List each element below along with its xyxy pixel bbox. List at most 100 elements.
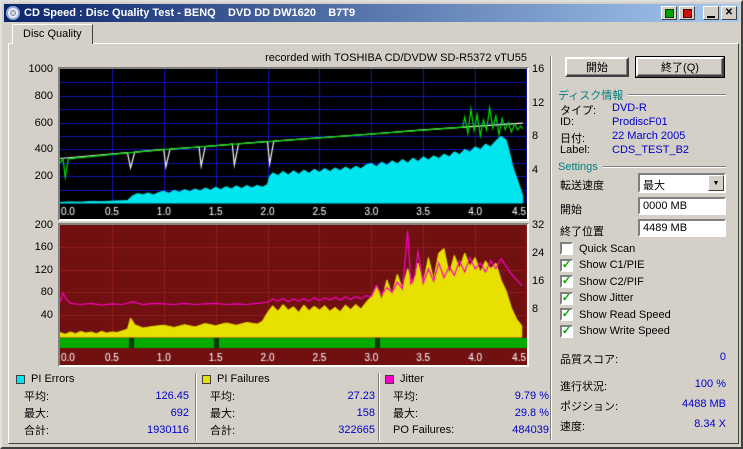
- settings-header: Settings: [558, 160, 726, 173]
- checkbox-row-show-c1-pie[interactable]: ✓ Show C1/PIE: [560, 258, 728, 272]
- axis-tick-label: 1000: [28, 63, 53, 75]
- bottom-chart-left-axis: 200 160 120 80 40: [17, 219, 57, 337]
- start-position-label: 開始: [560, 204, 582, 216]
- titlebar[interactable]: CD Speed : Disc Quality Test - BENQ DVD …: [4, 4, 739, 22]
- checkbox-show-read-speed[interactable]: ✓: [560, 308, 573, 321]
- top-chart-frame: [58, 67, 529, 221]
- quality-score-value: 0: [719, 351, 726, 363]
- tab-disc-quality[interactable]: Disc Quality: [12, 24, 93, 44]
- stat-label: PO Failures:: [393, 423, 455, 436]
- axis-tick-label: 8: [532, 303, 539, 315]
- stat-value: 27.23: [347, 389, 375, 402]
- speed-select[interactable]: 最大 ▼: [638, 173, 726, 193]
- stat-label: 最大:: [393, 407, 419, 420]
- pie-speed-chart: [60, 69, 527, 219]
- window-title: CD Speed : Disc Quality Test - BENQ DVD …: [24, 7, 356, 19]
- dropdown-button[interactable]: ▼: [708, 175, 724, 191]
- stat-label: 平均:: [24, 390, 50, 403]
- checkbox-row-show-read-speed[interactable]: ✓ Show Read Speed: [560, 308, 728, 321]
- stat-value: 1930116: [146, 423, 189, 436]
- checkbox-row-show-c2-pif[interactable]: ✓ Show C2/PIF: [560, 275, 728, 288]
- checkbox-row-show-jitter[interactable]: ✓ Show Jitter: [560, 291, 728, 305]
- checkbox-label: Quick Scan: [579, 242, 636, 255]
- speed-value: 8.34 X: [694, 418, 726, 430]
- disc-date-value: 22 March 2005: [612, 130, 686, 142]
- stat-value: 29.8 %: [514, 406, 549, 419]
- header-rule: [602, 166, 726, 168]
- axis-tick-label: 600: [34, 116, 53, 129]
- minimize-button[interactable]: [703, 6, 719, 20]
- start-button[interactable]: 開始: [565, 57, 629, 77]
- stat-row: PO Failures: 484039: [383, 421, 551, 438]
- stat-value: 484039: [512, 423, 549, 436]
- settings-header-label: Settings: [558, 160, 598, 173]
- progress-label: 進行状況:: [560, 381, 608, 393]
- legend-label: Jitter: [400, 373, 424, 385]
- axis-tick-label: 24: [532, 247, 545, 259]
- titlebar-green-tool-button[interactable]: [661, 6, 677, 20]
- position-value: 4488 MB: [681, 398, 726, 410]
- stats-column-pi-errors: PI Errors 平均: 126.45 最大: 692 合計: 1930116: [14, 371, 191, 443]
- checkbox-show-write-speed[interactable]: ✓: [560, 324, 573, 338]
- speed-select-value: 最大: [643, 180, 665, 192]
- axis-tick-label: 4: [532, 163, 539, 176]
- disc-id-label: ID:: [560, 116, 575, 128]
- checkbox-show-c1-pie[interactable]: ✓: [560, 258, 573, 272]
- stat-label: 平均:: [393, 390, 419, 403]
- axis-tick-label: 16: [532, 63, 545, 75]
- checkbox-show-jitter[interactable]: ✓: [560, 291, 573, 305]
- checkbox-show-c2-pif[interactable]: ✓: [560, 275, 573, 288]
- bottom-chart-frame: [58, 223, 529, 367]
- stat-row: 平均: 27.23: [200, 387, 377, 404]
- checkbox-label: Show Write Speed: [579, 325, 670, 337]
- checkbox-row-show-write-speed[interactable]: ✓ Show Write Speed: [560, 324, 728, 338]
- stat-value: 126.45: [155, 389, 189, 402]
- stat-label: 最大:: [210, 407, 236, 420]
- end-position-label: 終了位置: [560, 226, 604, 238]
- start-position-input[interactable]: [638, 197, 726, 215]
- close-icon: ✕: [724, 7, 734, 18]
- progress-row: 進行状況: 100 %: [560, 378, 726, 393]
- legend-swatch-pi-errors: [16, 374, 25, 384]
- axis-tick-label: 200: [34, 170, 53, 183]
- titlebar-red-tool-button[interactable]: [679, 6, 695, 20]
- axis-tick-label: 40: [40, 308, 53, 321]
- control-panel: 開始 終了(Q) ディスク情報 タイプ: DVD-R ID: ProdiscF0…: [558, 56, 728, 442]
- top-chart-right-axis: 16 12 8 4: [529, 63, 557, 203]
- green-disc-icon: [664, 8, 674, 18]
- stats-divider-2: [378, 373, 380, 441]
- checkbox-quick-scan[interactable]: [560, 242, 573, 255]
- axis-tick-label: 400: [34, 143, 53, 156]
- chevron-down-icon: ▼: [712, 179, 720, 187]
- position-label: ポジション:: [560, 401, 619, 413]
- bottom-chart-right-axis: 32 24 16 8: [529, 219, 557, 337]
- stat-label: 合計:: [24, 424, 50, 437]
- axis-tick-label: 12: [532, 96, 545, 109]
- end-position-input[interactable]: [638, 219, 726, 237]
- checkbox-row-quick-scan[interactable]: Quick Scan: [560, 242, 728, 255]
- stat-row: 最大: 158: [200, 404, 377, 421]
- recorded-with-note: recorded with TOSHIBA CD/DVDW SD-R5372 v…: [265, 52, 527, 64]
- stat-row: 合計: 322665: [200, 421, 377, 438]
- checkbox-label: Show C1/PIE: [579, 259, 645, 271]
- stat-value: 158: [356, 406, 375, 419]
- minimize-icon: [707, 16, 715, 18]
- speed-label: 速度:: [560, 421, 586, 433]
- stat-value: 322665: [338, 423, 375, 436]
- checkbox-label: Show Read Speed: [579, 308, 671, 321]
- close-button[interactable]: ✕: [721, 6, 737, 20]
- exit-button[interactable]: 終了(Q): [636, 57, 724, 77]
- stat-value: 692: [170, 406, 189, 419]
- stat-row: 平均: 9.79 %: [383, 387, 551, 404]
- cd-disc-icon: [6, 6, 20, 20]
- axis-tick-label: 16: [532, 275, 545, 287]
- disc-label-row: Label: CDS_TEST_B2: [560, 144, 726, 157]
- disc-label-value: CDS_TEST_B2: [612, 144, 690, 156]
- disc-type-row: タイプ: DVD-R: [560, 102, 726, 117]
- disc-info-header: ディスク情報: [558, 88, 726, 102]
- disc-label-label: Label:: [560, 144, 590, 156]
- axis-tick-label: 8: [532, 130, 539, 142]
- disc-quality-page: recorded with TOSHIBA CD/DVDW SD-R5372 v…: [8, 43, 739, 444]
- legend-label: PI Errors: [31, 373, 75, 385]
- axis-tick-label: 800: [34, 89, 53, 102]
